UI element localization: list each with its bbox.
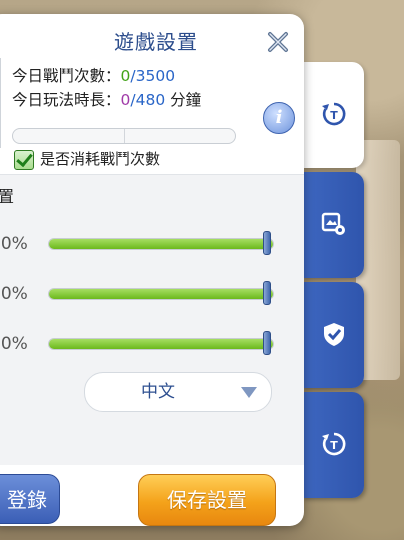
volume-2-label: 00% <box>0 284 28 304</box>
login-button[interactable]: 登錄 <box>0 474 60 524</box>
volume-2-fill <box>49 289 273 299</box>
volume-3-handle[interactable] <box>263 331 271 355</box>
battle-count-row: 今日戰鬥次數：0/3500 <box>12 64 252 88</box>
close-button[interactable] <box>266 30 290 54</box>
tab-refresh-active[interactable]: T <box>302 62 364 168</box>
play-time-total: /480 <box>130 91 166 109</box>
battle-count-total: /3500 <box>130 67 176 85</box>
shield-check-icon <box>324 323 344 346</box>
tab-display-settings[interactable] <box>302 172 364 278</box>
checkbox-checked-icon[interactable] <box>14 149 34 170</box>
svg-text:T: T <box>330 439 338 452</box>
volume-1-fill <box>49 239 273 249</box>
play-time-unit: 分鐘 <box>165 91 202 109</box>
section-heading: 置 <box>0 187 15 206</box>
volume-1-handle[interactable] <box>263 231 271 255</box>
tab-refresh[interactable]: T <box>302 392 364 498</box>
volume-1-label: 00% <box>0 234 28 254</box>
daily-stats: 今日戰鬥次數：0/3500 今日玩法時長：0/480 分鐘 <box>12 64 252 112</box>
chevron-down-icon <box>241 387 257 398</box>
volume-slider-2[interactable]: 00% <box>0 281 304 306</box>
refresh-timer-icon: T <box>322 102 346 126</box>
save-settings-button[interactable]: 保存設置 <box>138 474 276 526</box>
volume-1-track[interactable] <box>48 238 274 250</box>
close-icon <box>268 32 288 52</box>
info-icon: i <box>275 107 283 128</box>
dialog-title: 遊戲設置 <box>114 30 198 54</box>
progress-segment-divider <box>124 129 125 143</box>
tab-security[interactable] <box>302 282 364 388</box>
consume-battle-label: 是否消耗戰鬥次數 <box>40 150 161 168</box>
volume-2-handle[interactable] <box>263 281 271 305</box>
sound-settings-section: 置 <box>0 174 304 465</box>
svg-text:T: T <box>330 109 338 122</box>
volume-3-label: 00% <box>0 334 28 354</box>
play-time-row: 今日玩法時長：0/480 分鐘 <box>12 88 252 112</box>
battle-count-label: 今日戰鬥次數： <box>12 67 121 85</box>
daily-progress-bar <box>12 128 236 144</box>
left-divider <box>0 58 1 148</box>
volume-slider-1[interactable]: 00% <box>0 231 304 256</box>
settings-dialog: 遊戲設置 今日戰鬥次數：0/3500 今日玩法時長：0/480 分鐘 i 是否消… <box>0 14 304 526</box>
language-dropdown[interactable]: 中文 <box>84 372 272 412</box>
info-button[interactable]: i <box>263 102 295 134</box>
consume-battle-toggle[interactable]: 是否消耗戰鬥次數 <box>14 148 160 170</box>
language-selected: 中文 <box>141 382 175 402</box>
volume-3-fill <box>49 339 273 349</box>
play-time-used: 0 <box>120 91 131 109</box>
volume-slider-3[interactable]: 00% <box>0 331 304 356</box>
display-settings-icon <box>321 212 345 235</box>
volume-2-track[interactable] <box>48 288 274 300</box>
refresh-timer-icon: T <box>322 432 346 456</box>
play-time-label: 今日玩法時長： <box>12 91 121 109</box>
battle-count-used: 0 <box>120 67 131 85</box>
volume-3-track[interactable] <box>48 338 274 350</box>
